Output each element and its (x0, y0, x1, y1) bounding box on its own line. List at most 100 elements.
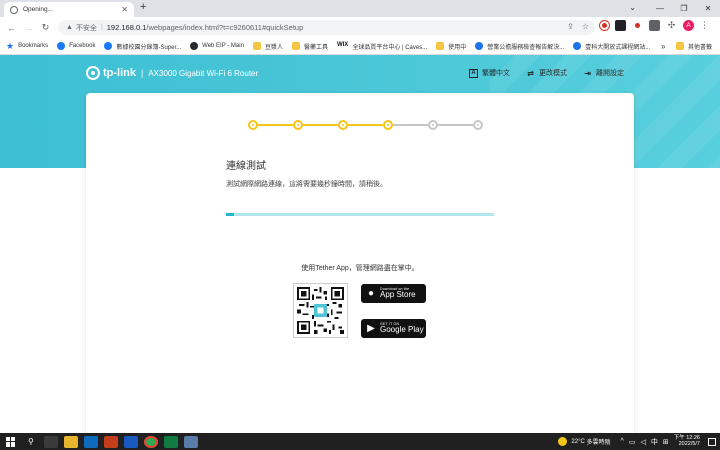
stepper-connector (303, 124, 338, 126)
router-model: AX3000 Gigabit Wi-Fi 6 Router (148, 68, 259, 78)
google-play-label: Google Play (380, 325, 424, 335)
language-link[interactable]: A 繁體中文 (469, 68, 510, 78)
bookmark-item[interactable]: 數據校園分錄簿-Super... (104, 42, 181, 51)
bookmark-item[interactable]: 豆漿人 (252, 42, 283, 51)
app-store-button[interactable]: ● Download on the App Store (361, 284, 426, 303)
address-bar[interactable]: ▲ 不安全 | 192.168.0.1 /webpages/index.html… (58, 20, 595, 35)
windows-start-icon[interactable] (6, 436, 16, 447)
chrome-icon[interactable] (143, 435, 158, 448)
other-bookmarks-folder[interactable]: 其他書籤 (676, 42, 712, 51)
google-play-icon: ▶ (367, 323, 375, 334)
url-path: /webpages/index.html?t=c9260611#quickSet… (146, 23, 304, 32)
bookmark-item[interactable]: Facebook (57, 42, 95, 50)
brand: tp-link | AX3000 Gigabit Wi-Fi 6 Router (86, 66, 258, 80)
browser-tab-active[interactable]: Opening... ✕ (4, 2, 134, 17)
bookmark-item[interactable]: 營業公擔服務檢查報告解決... (475, 42, 564, 51)
maximize-button[interactable]: ❐ (672, 4, 696, 13)
keyboard-icon[interactable]: ⊞ (663, 438, 669, 446)
search-icon[interactable]: ⚲ (28, 437, 34, 446)
language-icon: A (469, 68, 478, 78)
puzzle-icon[interactable]: ✣ (666, 20, 677, 31)
bookmark-item[interactable]: Web EIP - Main (190, 42, 244, 50)
folder-icon (436, 42, 445, 50)
step-pending (473, 120, 483, 130)
gray-extension-icon[interactable] (649, 20, 660, 31)
close-window-button[interactable]: ✕ (696, 4, 720, 13)
step-complete (293, 120, 303, 130)
quick-setup-card: 連線測試 測試網際網路連線，這將需要幾秒鐘時間，請稍後。 使用Tether Ap… (86, 93, 634, 433)
bookmark-item[interactable]: ★ Bookmarks (6, 41, 48, 52)
tab-title: Opening... (23, 6, 53, 13)
new-tab-button[interactable]: + (140, 1, 146, 13)
warning-triangle-icon[interactable]: ▲ (66, 24, 73, 31)
powerpoint-icon[interactable] (103, 435, 118, 448)
bookmark-item[interactable]: WIX 全球品質平台中心 | Caves... (337, 42, 427, 51)
file-explorer-icon[interactable] (63, 435, 78, 448)
forward-button[interactable]: → (20, 23, 37, 33)
step-complete (248, 120, 258, 130)
outlook-icon[interactable] (83, 435, 98, 448)
clock[interactable]: 下午 12:26 2022/5/7 (674, 435, 700, 448)
blue-globe-icon (475, 42, 484, 50)
google-play-button[interactable]: ▶ GET IT ON Google Play (361, 319, 426, 338)
network-icon[interactable]: ▭ (629, 438, 636, 446)
task-view-icon[interactable] (43, 435, 58, 448)
record-extension-icon[interactable] (600, 21, 609, 30)
extension-area: ✣ A ⋮ (600, 20, 709, 31)
switch-mode-icon: ⇄ (527, 68, 534, 78)
brand-divider: | (141, 68, 144, 78)
speaker-icon[interactable]: ◁ (640, 438, 645, 446)
router-setup-page: tp-link | AX3000 Gigabit Wi-Fi 6 Router … (0, 55, 720, 433)
app-store-label: App Store (380, 290, 416, 300)
notification-icon[interactable] (708, 437, 716, 446)
step-pending (428, 120, 438, 130)
stepper-connector (393, 124, 428, 126)
weather-widget[interactable]: 22°C 多雲時陰 (558, 437, 611, 446)
word-icon[interactable] (123, 435, 138, 448)
omnibox-actions: ⇪ ☆ (567, 22, 589, 31)
window-controls: — ❐ ✕ (648, 0, 720, 17)
profile-avatar[interactable]: A (683, 20, 694, 31)
header-links: A 繁體中文 ⇄ 更改模式 ⇥ 離開設定 (469, 68, 624, 78)
exit-setup-link[interactable]: ⇥ 離開設定 (583, 68, 624, 78)
tp-link-logo-icon (86, 66, 100, 80)
chevron-up-icon[interactable]: ^ (621, 438, 624, 445)
system-tray: 22°C 多雲時陰 ^ ▭ ◁ 中 ⊞ 下午 12:26 2022/5/7 (558, 433, 720, 450)
tab-strip: Opening... ✕ + ⌄ — ❐ ✕ (0, 0, 720, 17)
blue-globe-icon (573, 42, 582, 50)
bookmark-item[interactable]: 壹科大開放式課程網站... (573, 42, 650, 51)
weather-condition: 多雲時陰 (586, 440, 611, 446)
excel-icon[interactable] (163, 435, 178, 448)
reload-button[interactable]: ↻ (37, 22, 54, 33)
back-button[interactable]: ← (3, 23, 20, 33)
folder-icon (676, 42, 684, 50)
tether-app-caption: 使用Tether App，管理網路盡在掌中。 (301, 265, 419, 272)
bookmark-star-icon[interactable]: ☆ (582, 22, 589, 31)
input-method-indicator[interactable]: 中 (651, 437, 658, 447)
bookmark-item[interactable]: 使用中 (436, 42, 466, 51)
close-tab-icon[interactable]: ✕ (121, 5, 128, 14)
more-bookmarks-button[interactable]: » (661, 42, 665, 51)
share-icon[interactable]: ⇪ (567, 22, 574, 31)
stepper-connector (438, 124, 473, 126)
url-host: 192.168.0.1 (106, 23, 147, 32)
exit-icon: ⇥ (584, 68, 591, 78)
red-dot-extension-icon[interactable] (632, 20, 643, 31)
tether-qr-code (293, 283, 348, 338)
download-extension-icon[interactable] (615, 20, 626, 31)
bookmark-item[interactable]: 醫藥工具 (291, 42, 328, 51)
star-icon: ★ (6, 40, 15, 51)
step-complete (383, 120, 393, 130)
progress-fill (226, 213, 235, 216)
calculator-icon[interactable] (183, 435, 198, 448)
minimize-button[interactable]: — (648, 4, 672, 13)
bookmarks-bar: ★ Bookmarks Facebook 數據校園分錄簿-Super... Web… (0, 38, 720, 55)
url-separator: | (100, 24, 103, 31)
connection-progress-bar (226, 213, 494, 216)
kebab-menu-icon[interactable]: ⋮ (700, 20, 709, 31)
folder-icon (291, 42, 300, 50)
tab-search-icon[interactable]: ⌄ (629, 3, 636, 12)
change-mode-link[interactable]: ⇄ 更改模式 (526, 68, 567, 78)
windows-taskbar: ⚲ 22°C 多雲時陰 ^ ▭ ◁ 中 ⊞ 下午 12:26 2022/5/7 (0, 433, 720, 450)
folder-icon (252, 42, 261, 50)
